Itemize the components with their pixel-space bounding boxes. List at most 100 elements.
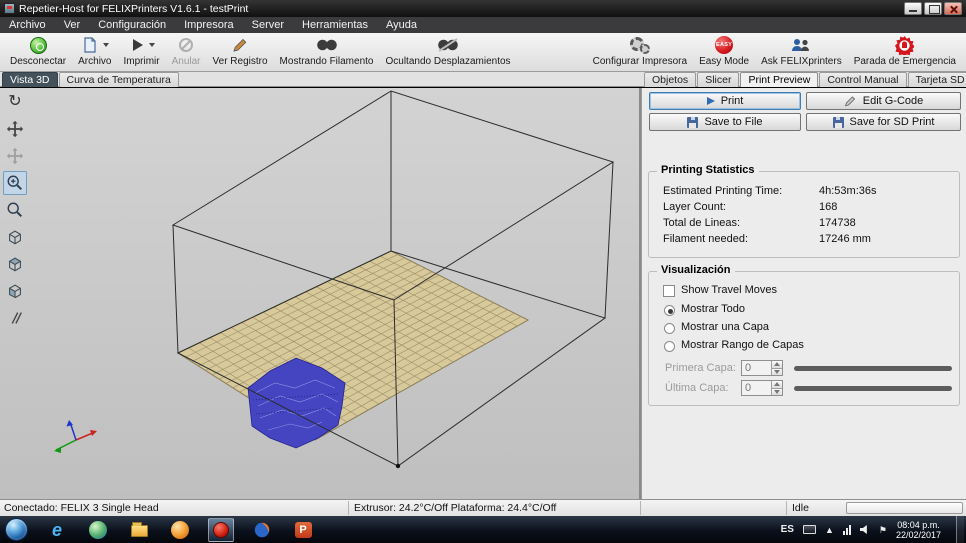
powerpoint-icon: P	[294, 521, 312, 538]
chevron-down-icon	[102, 43, 109, 47]
radio-mostrar-rango[interactable]	[664, 341, 675, 352]
network-icon[interactable]	[842, 524, 851, 535]
close-button[interactable]	[944, 2, 962, 15]
start-button[interactable]	[5, 518, 28, 541]
primera-capa-spinner[interactable]: 0	[741, 360, 783, 376]
radio-mostrar-todo[interactable]	[664, 305, 675, 316]
visualization-group: Visualización Show Travel Moves Mostrar …	[648, 264, 960, 406]
explorer-task[interactable]	[126, 518, 152, 542]
printing-statistics-group: Printing Statistics Estimated Printing T…	[648, 164, 960, 258]
titlebar: Repetier-Host for FELIXPrinters V1.6.1 -…	[0, 0, 966, 17]
save-to-file-button[interactable]: Save to File	[649, 113, 801, 131]
radio-mostrar-una-capa[interactable]	[664, 323, 675, 334]
media-center-task[interactable]	[85, 518, 111, 542]
keyboard-icon[interactable]	[802, 525, 816, 534]
print-button-toolbar[interactable]: Imprimir	[118, 34, 166, 71]
cube-icon	[9, 230, 21, 245]
clock[interactable]: 08:04 p.m. 22/02/2017	[896, 520, 941, 540]
zoom-in-button[interactable]	[3, 171, 27, 195]
easy-mode-button[interactable]: EASY Easy Mode	[693, 34, 755, 71]
cancel-button: Anular	[166, 34, 207, 71]
folder-icon	[130, 522, 148, 537]
zoom-fit-button[interactable]	[3, 198, 27, 222]
statusbar: Conectado: FELIX 3 Single Head Extrusor:…	[0, 499, 966, 516]
move-object-button	[3, 144, 27, 168]
edit-gcode-button[interactable]: Edit G-Code	[806, 92, 961, 110]
media-center-icon	[89, 520, 107, 539]
cube-front-icon	[9, 284, 21, 299]
window-controls	[904, 2, 962, 15]
spinner-arrows[interactable]	[771, 381, 782, 395]
taskbar: e P ES ▲ ⚑ 08:04 p.m. 22/02/2017	[0, 516, 966, 543]
connection-status: Conectado: FELIX 3 Single Head	[4, 502, 159, 514]
hide-travel-button[interactable]: Ocultando Desplazamientos	[379, 34, 516, 71]
menu-server[interactable]: Server	[243, 17, 293, 33]
ultima-capa-slider[interactable]	[794, 380, 952, 396]
menu-ayuda[interactable]: Ayuda	[377, 17, 426, 33]
tab-curva-temperatura[interactable]: Curva de Temperatura	[58, 72, 179, 87]
emergency-stop-button[interactable]: Parada de Emergencia	[848, 34, 962, 71]
disconnect-button[interactable]: Desconectar	[4, 34, 72, 71]
gear-icon	[629, 36, 650, 54]
menu-configuracion[interactable]: Configuración	[89, 17, 175, 33]
print-bed	[176, 250, 530, 441]
stat-row: Filament needed: 17246 mm	[663, 233, 871, 245]
tab-print-preview[interactable]: Print Preview	[740, 72, 819, 87]
internet-explorer-task[interactable]: e	[44, 518, 70, 542]
mostrar-una-capa-label: Mostrar una Capa	[681, 321, 770, 333]
print-button[interactable]: Print	[649, 92, 801, 110]
volume-icon[interactable]	[859, 525, 867, 534]
primera-capa-slider[interactable]	[794, 360, 952, 376]
spinner-arrows[interactable]	[771, 361, 782, 375]
play-icon	[706, 97, 715, 105]
save-sd-icon	[832, 116, 844, 128]
travel-moves-icon	[438, 38, 458, 52]
tab-tarjeta-sd[interactable]: Tarjeta SD	[907, 72, 966, 87]
rotate-icon: ↻	[8, 93, 22, 110]
media-player-task[interactable]	[167, 518, 193, 542]
tab-slicer[interactable]: Slicer	[697, 72, 740, 87]
visualization-title: Visualización	[657, 264, 735, 276]
printer-settings-button[interactable]: Configurar Impresora	[587, 34, 693, 71]
parallel-projection-button[interactable]	[3, 306, 27, 330]
isometric-view-button[interactable]	[3, 225, 27, 249]
file-button[interactable]: Archivo	[72, 34, 117, 71]
front-view-button[interactable]	[3, 279, 27, 303]
ultima-capa-spinner[interactable]: 0	[741, 380, 783, 396]
show-log-button[interactable]: Ver Registro	[207, 34, 274, 71]
show-desktop-button[interactable]	[956, 516, 964, 543]
toolbar-right-group: Configurar Impresora EASY Easy Mode Ask …	[587, 34, 962, 71]
viewport-3d[interactable]: ↻	[0, 88, 639, 499]
menu-herramientas[interactable]: Herramientas	[293, 17, 377, 33]
action-center-flag-icon[interactable]: ⚑	[879, 525, 887, 535]
tab-objetos[interactable]: Objetos	[644, 72, 697, 87]
minimize-button[interactable]	[904, 2, 922, 15]
powerpoint-task[interactable]: P	[290, 518, 316, 542]
tab-control-manual[interactable]: Control Manual	[819, 72, 907, 87]
toolbar: Desconectar Archivo Imprimir Anular Ver …	[0, 33, 966, 72]
menu-ver[interactable]: Ver	[55, 17, 90, 33]
maximize-button[interactable]	[924, 2, 942, 15]
menu-archivo[interactable]: Archivo	[0, 17, 55, 33]
menu-impresora[interactable]: Impresora	[175, 17, 243, 33]
print-preview-panel: Print Edit G-Code Save to File Save for …	[641, 88, 966, 499]
zoom-in-icon	[7, 175, 23, 191]
language-indicator[interactable]: ES	[781, 524, 794, 535]
top-view-button[interactable]	[3, 252, 27, 276]
save-for-sd-button[interactable]: Save for SD Print	[806, 113, 961, 131]
right-tabs: Objetos Slicer Print Preview Control Man…	[644, 72, 966, 87]
left-tabs: Vista 3D Curva de Temperatura	[2, 72, 180, 87]
mostrar-todo-label: Mostrar Todo	[681, 303, 745, 315]
firefox-task[interactable]	[249, 518, 275, 542]
rotate-view-button[interactable]: ↻	[3, 90, 27, 114]
show-hidden-icons[interactable]: ▲	[825, 525, 834, 535]
tab-vista-3d[interactable]: Vista 3D	[2, 72, 58, 87]
repetier-host-task[interactable]	[208, 517, 234, 542]
printing-statistics-title: Printing Statistics	[657, 164, 759, 176]
primera-capa-label: Primera Capa:	[665, 362, 736, 374]
show-filament-button[interactable]: Mostrando Filamento	[274, 34, 380, 71]
show-travel-moves-checkbox[interactable]	[663, 285, 675, 297]
move-icon	[6, 120, 24, 138]
ask-felixprinters-button[interactable]: Ask FELIXprinters	[755, 34, 848, 71]
move-view-button[interactable]	[3, 117, 27, 141]
